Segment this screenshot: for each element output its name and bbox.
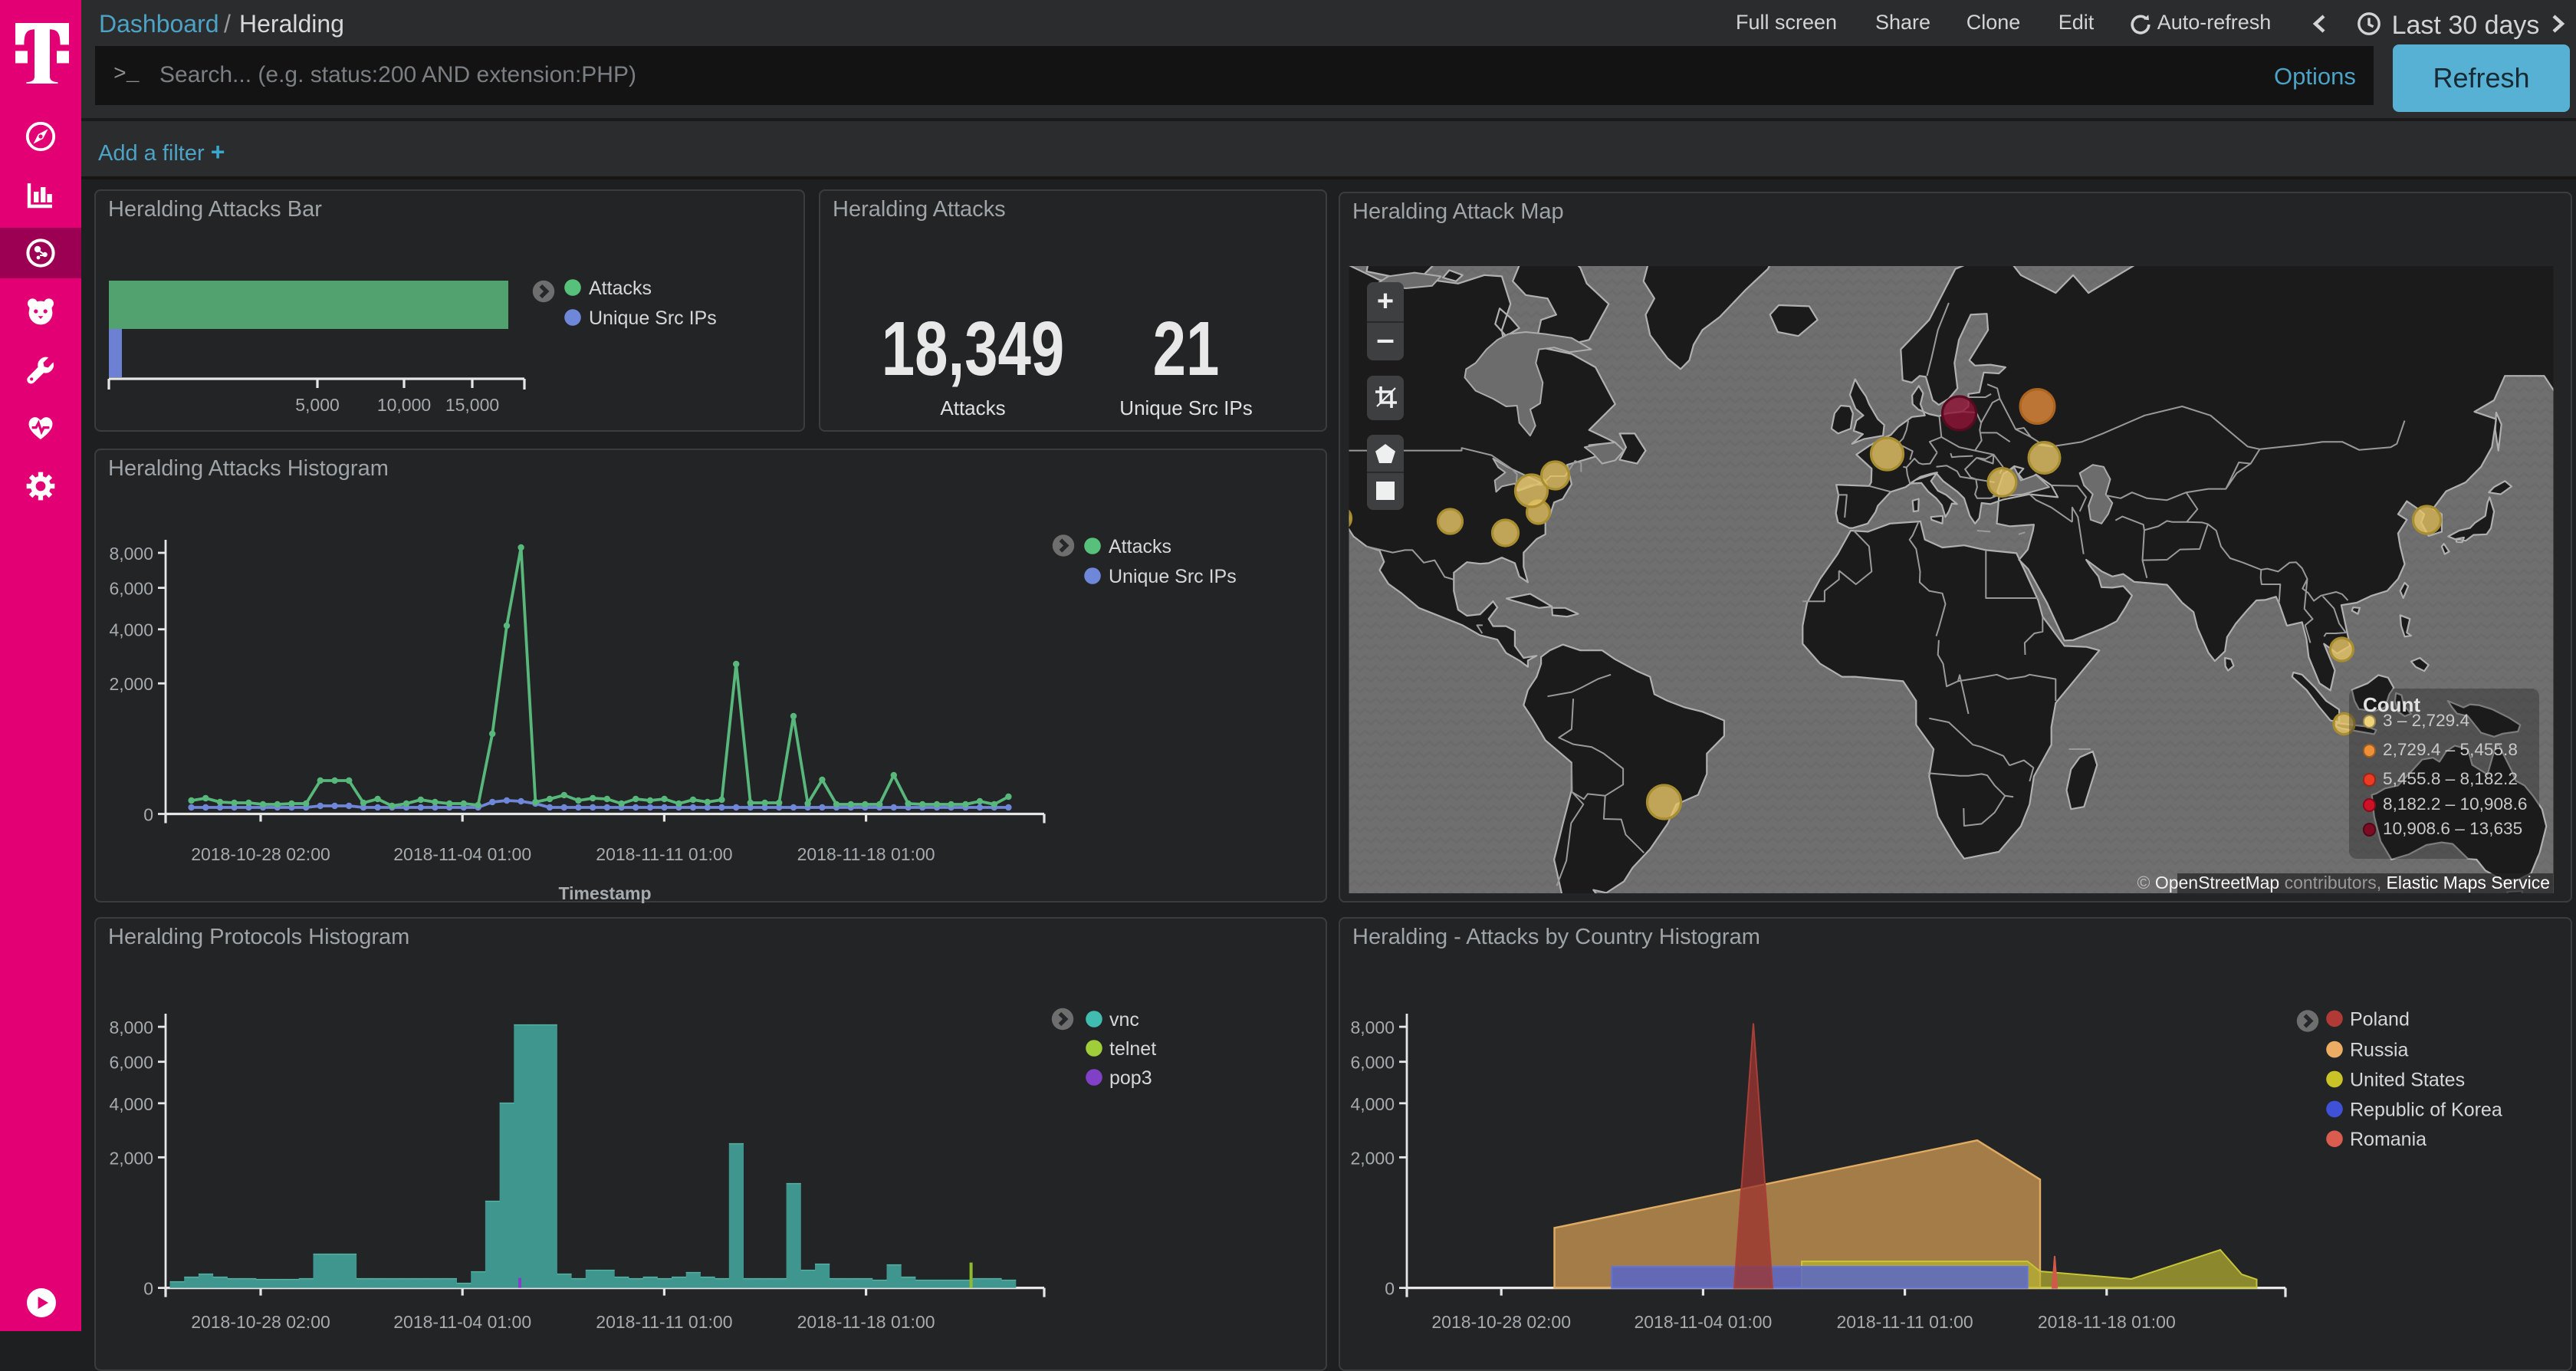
svg-text:Unique Src IPs: Unique Src IPs — [589, 307, 717, 329]
svg-text:2018-11-04 01:00: 2018-11-04 01:00 — [393, 844, 531, 864]
svg-text:4,000: 4,000 — [109, 1094, 153, 1114]
svg-text:8,000: 8,000 — [109, 1018, 153, 1037]
svg-text:6,000: 6,000 — [109, 1053, 153, 1073]
svg-text:Poland: Poland — [2350, 1008, 2410, 1030]
svg-text:6,000: 6,000 — [1350, 1053, 1395, 1073]
svg-text:vnc: vnc — [1109, 1009, 1139, 1031]
svg-text:2,000: 2,000 — [109, 1148, 153, 1168]
svg-text:4,000: 4,000 — [109, 620, 153, 640]
svg-text:2018-11-04 01:00: 2018-11-04 01:00 — [1634, 1312, 1772, 1331]
svg-text:Republic of Korea: Republic of Korea — [2350, 1099, 2502, 1120]
svg-text:United States: United States — [2350, 1069, 2465, 1090]
svg-text:Attacks: Attacks — [1109, 536, 1171, 557]
svg-text:2018-10-28 02:00: 2018-10-28 02:00 — [191, 844, 330, 864]
svg-text:5,000: 5,000 — [295, 395, 340, 415]
svg-text:6,000: 6,000 — [109, 579, 153, 599]
svg-text:15,000: 15,000 — [445, 395, 499, 415]
svg-text:2,000: 2,000 — [109, 674, 153, 694]
svg-text:8,000: 8,000 — [109, 544, 153, 564]
svg-text:Russia: Russia — [2350, 1040, 2409, 1061]
svg-text:2018-10-28 02:00: 2018-10-28 02:00 — [191, 1312, 330, 1331]
svg-text:Timestamp: Timestamp — [558, 883, 651, 903]
svg-text:2018-10-28 02:00: 2018-10-28 02:00 — [1431, 1312, 1571, 1331]
svg-text:2018-11-04 01:00: 2018-11-04 01:00 — [393, 1312, 531, 1331]
svg-text:8,000: 8,000 — [1350, 1018, 1395, 1037]
svg-text:0: 0 — [143, 1279, 153, 1299]
svg-text:2018-11-18 01:00: 2018-11-18 01:00 — [2038, 1312, 2176, 1331]
svg-text:0: 0 — [143, 805, 153, 825]
svg-text:2018-11-11 01:00: 2018-11-11 01:00 — [596, 1312, 732, 1331]
svg-text:Romania: Romania — [2350, 1129, 2426, 1150]
svg-text:2018-11-11 01:00: 2018-11-11 01:00 — [596, 844, 732, 864]
svg-text:2018-11-11 01:00: 2018-11-11 01:00 — [1837, 1312, 1973, 1331]
svg-text:0: 0 — [1385, 1279, 1395, 1299]
svg-text:pop3: pop3 — [1109, 1067, 1152, 1089]
svg-text:telnet: telnet — [1109, 1038, 1156, 1060]
svg-text:2018-11-18 01:00: 2018-11-18 01:00 — [797, 1312, 935, 1331]
svg-text:4,000: 4,000 — [1350, 1094, 1395, 1114]
svg-text:2018-11-18 01:00: 2018-11-18 01:00 — [797, 844, 935, 864]
svg-text:2,000: 2,000 — [1350, 1148, 1395, 1168]
svg-text:Attacks: Attacks — [589, 278, 652, 299]
svg-text:10,000: 10,000 — [377, 395, 431, 415]
svg-text:Unique Src IPs: Unique Src IPs — [1109, 566, 1237, 587]
